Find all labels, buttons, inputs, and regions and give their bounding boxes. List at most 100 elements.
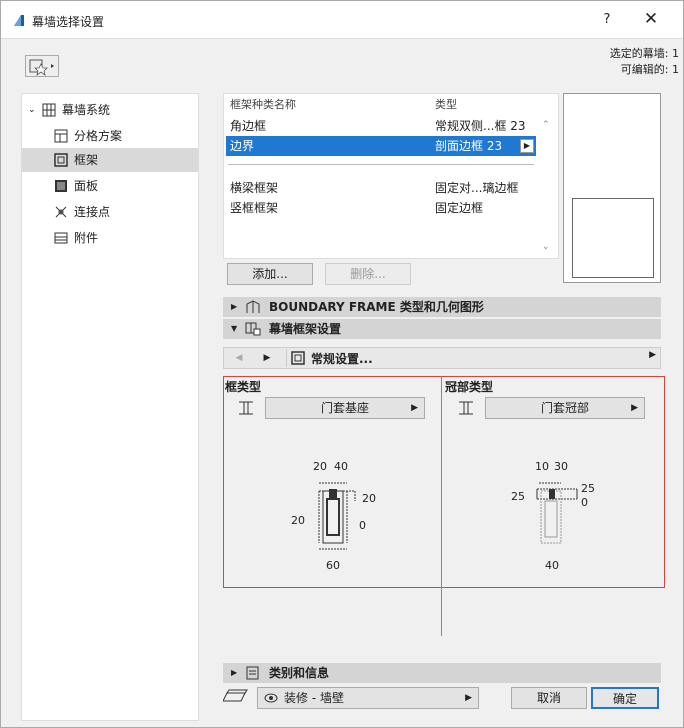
selection-star-icon	[29, 59, 54, 76]
frame-preview	[563, 93, 661, 283]
frame-type-title: 框类型	[225, 380, 262, 394]
app-icon	[14, 15, 24, 26]
frame-icon	[291, 351, 305, 365]
ok-button[interactable]: 确定	[591, 687, 659, 709]
list-separator	[228, 164, 534, 165]
delete-button[interactable]: 删除...	[325, 263, 411, 285]
title-bar: 幕墙选择设置 ? ✕	[1, 1, 683, 39]
settings-page-nav: ◀ ▶ 常规设置... ▶	[223, 347, 661, 369]
frame-type-value: 门套基座	[320, 401, 369, 415]
dim-label: 20	[291, 514, 305, 527]
ibeam-icon	[239, 401, 253, 415]
accessory-icon	[54, 232, 68, 244]
frame-list: 框架种类名称 类型 角边框 常规双侧...框 23 边界 剖面边框 23 ▶ 横…	[223, 93, 559, 259]
dialog-window: 幕墙选择设置 ? ✕ 选定的幕墙: 1 可编辑的: 1 ⌄ 幕墙系统 分格方案 …	[0, 0, 684, 728]
dim-label: 10	[535, 460, 549, 473]
tree-label: 附件	[74, 231, 99, 245]
dim-label: 20	[313, 460, 327, 473]
scroll-up-icon[interactable]: ⌃	[542, 120, 550, 130]
section-boundary-geometry[interactable]: ▶ BOUNDARY FRAME 类型和几何图形	[223, 297, 661, 317]
dim-label: 20	[362, 492, 376, 505]
selection-settings-button[interactable]	[25, 55, 59, 77]
add-button[interactable]: 添加...	[227, 263, 313, 285]
dropdown-arrow-icon: ▶	[411, 403, 418, 413]
section-title: BOUNDARY FRAME 类型和几何图形	[269, 300, 484, 314]
cap-type-value: 门套冠部	[540, 401, 589, 415]
list-item-type: 剖面边框 23	[435, 139, 503, 153]
list-item-type: 固定对...璃边框	[435, 181, 519, 195]
dim-label: 25	[581, 482, 595, 495]
tree-item-panel[interactable]: 面板	[22, 174, 198, 198]
list-item-name: 横梁框架	[230, 181, 279, 195]
tree-item-frame[interactable]: 框架	[22, 148, 198, 172]
next-page-icon[interactable]: ▶	[258, 350, 276, 366]
dim-label: 0	[359, 519, 366, 532]
list-item-type: 常规双侧...框 23	[435, 119, 526, 133]
selected-count: 选定的幕墙: 1	[609, 47, 679, 60]
ibeam-icon	[459, 401, 473, 415]
prev-page-icon[interactable]: ◀	[230, 350, 248, 366]
section-title: 类别和信息	[269, 666, 330, 680]
frame-type-dropdown[interactable]: 门套基座 ▶	[265, 397, 425, 419]
curtain-frame-icon	[245, 322, 261, 336]
frame-profile-diagram	[318, 482, 356, 550]
scheme-icon	[54, 129, 68, 143]
collapse-chevron-icon[interactable]: ⌄	[28, 98, 36, 122]
section-title: 幕墙框架设置	[269, 322, 342, 336]
layer-value: 装修 - 墙壁	[284, 691, 344, 705]
cap-type-title: 冠部类型	[445, 380, 494, 394]
preview-panel-shape	[572, 198, 654, 278]
list-item-type: 固定边框	[435, 201, 484, 215]
collapse-triangle-icon[interactable]: ▼	[231, 319, 237, 339]
list-header-type: 类型	[435, 98, 457, 111]
tree-item-accessory[interactable]: 附件	[22, 226, 198, 250]
list-header-name: 框架种类名称	[230, 98, 296, 111]
list-item-name: 角边框	[230, 119, 267, 133]
tree-item-curtain-wall-system[interactable]: ⌄ 幕墙系统	[22, 98, 198, 122]
tree-label: 分格方案	[74, 129, 123, 143]
list-item[interactable]: 竖框框架 固定边框	[226, 198, 536, 218]
junction-icon	[55, 206, 67, 218]
tree-item-junction[interactable]: 连接点	[22, 200, 198, 224]
dropdown-arrow-icon: ▶	[465, 693, 472, 703]
frame-profile-icon	[246, 300, 260, 313]
list-item[interactable]: 横梁框架 固定对...璃边框	[226, 178, 536, 198]
frame-icon	[54, 153, 68, 167]
dim-label: 60	[326, 559, 340, 572]
dropdown-arrow-icon: ▶	[631, 403, 638, 413]
layer-dropdown[interactable]: 装修 - 墙壁 ▶	[257, 687, 479, 709]
dim-label: 30	[554, 460, 568, 473]
list-item[interactable]: 角边框 常规双侧...框 23	[226, 116, 536, 136]
info-list-icon	[246, 666, 259, 680]
section-category-info[interactable]: ▶ 类别和信息	[223, 663, 661, 683]
dim-label: 40	[334, 460, 348, 473]
panel-icon	[55, 180, 67, 192]
settings-page-dropdown[interactable]: 常规设置... ▶	[286, 349, 660, 367]
expand-triangle-icon[interactable]: ▶	[231, 663, 237, 683]
list-item-name: 边界	[230, 139, 255, 153]
panel-divider	[441, 376, 442, 636]
settings-tree: ⌄ 幕墙系统 分格方案 框架 面板 连接点 附件	[21, 93, 199, 721]
tree-label: 面板	[74, 179, 99, 193]
settings-page-label: 常规设置...	[311, 352, 373, 366]
selection-info: 选定的幕墙: 1 可编辑的: 1	[610, 46, 679, 78]
tree-label: 框架	[74, 153, 99, 167]
help-button[interactable]: ?	[599, 12, 615, 27]
window-title: 幕墙选择设置	[32, 15, 105, 29]
tree-label: 连接点	[74, 205, 111, 219]
eye-icon	[264, 693, 278, 703]
list-item-selected[interactable]: 边界 剖面边框 23 ▶	[226, 136, 536, 156]
type-popup-arrow-icon[interactable]: ▶	[520, 139, 534, 153]
dropdown-arrow-icon: ▶	[649, 350, 656, 360]
grid-icon	[42, 103, 56, 117]
tree-item-scheme[interactable]: 分格方案	[22, 124, 198, 148]
cap-type-dropdown[interactable]: 门套冠部 ▶	[485, 397, 645, 419]
list-item-name: 竖框框架	[230, 201, 279, 215]
expand-triangle-icon[interactable]: ▶	[231, 297, 237, 317]
close-button[interactable]: ✕	[641, 9, 661, 29]
layer-icon	[223, 689, 248, 702]
dim-label: 25	[511, 490, 525, 503]
scroll-down-icon[interactable]: ⌄	[542, 242, 550, 252]
section-frame-settings[interactable]: ▼ 幕墙框架设置	[223, 319, 661, 339]
cancel-button[interactable]: 取消	[511, 687, 587, 709]
